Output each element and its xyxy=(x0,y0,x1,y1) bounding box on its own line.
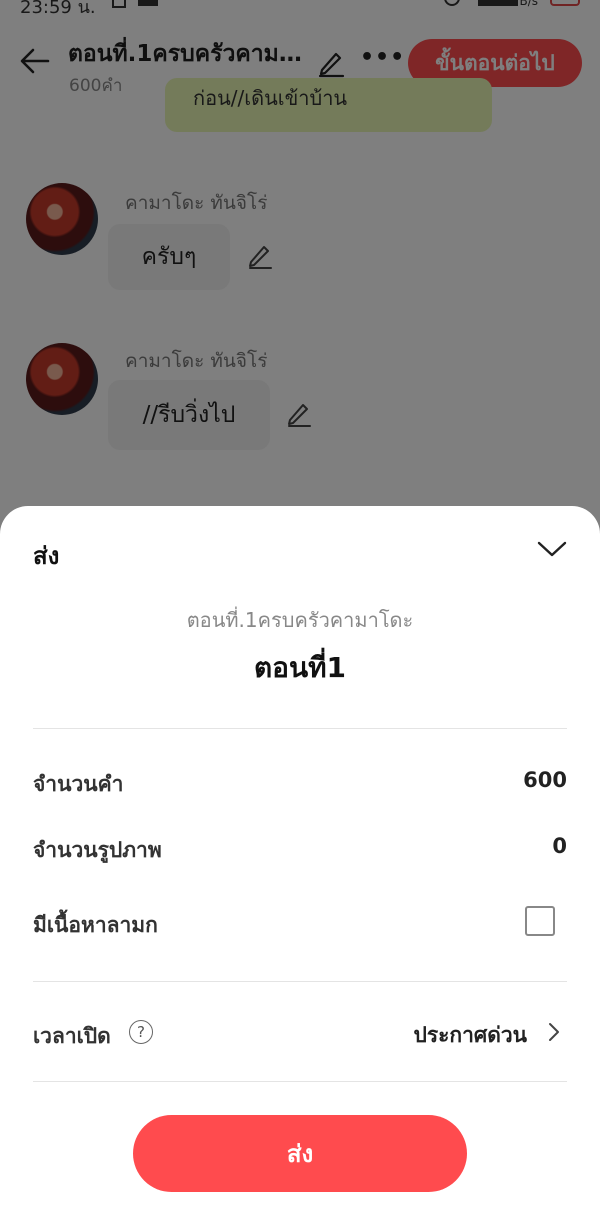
story-name: ตอนที่.1ครบครัวคามาโดะ xyxy=(186,608,414,632)
submit-bottom-sheet: ส่ง ตอนที่.1ครบครัวคามาโดะ ตอนที่1 จำนวน… xyxy=(0,506,600,1225)
divider xyxy=(33,981,567,982)
chevron-right-icon[interactable] xyxy=(542,1020,566,1044)
image-count-value: 0 xyxy=(552,834,567,858)
chevron-down-icon[interactable] xyxy=(532,528,572,568)
adult-content-label: มีเนื้อหาลามก xyxy=(33,913,158,937)
publish-time-value[interactable]: ประกาศด่วน xyxy=(413,1019,527,1052)
image-count-label: จำนวนรูปภาพ xyxy=(33,838,162,862)
divider xyxy=(33,1081,567,1082)
episode-name: ตอนที่1 xyxy=(253,651,347,684)
help-icon[interactable]: ? xyxy=(129,1020,153,1044)
sheet-title: ส่ง xyxy=(33,542,60,570)
word-count-value: 600 xyxy=(523,768,567,792)
divider xyxy=(33,728,567,729)
word-count-label: จำนวนคำ xyxy=(33,772,124,796)
send-button[interactable]: ส่ง xyxy=(133,1115,467,1192)
publish-time-label: เวลาเปิด xyxy=(33,1024,111,1048)
adult-content-checkbox[interactable] xyxy=(525,906,555,936)
